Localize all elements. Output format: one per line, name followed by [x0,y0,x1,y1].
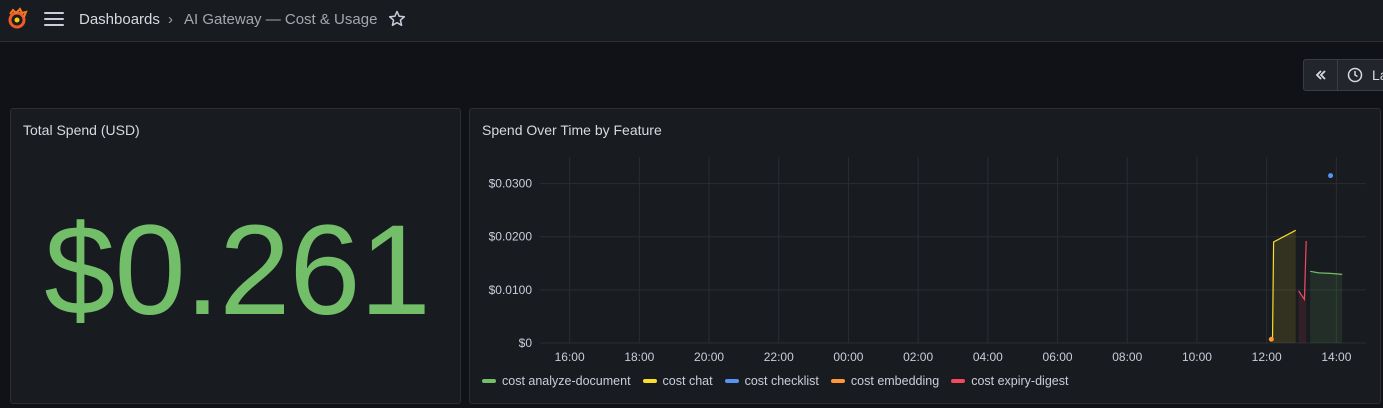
legend-swatch [482,379,496,383]
x-tick-label: 06:00 [1043,350,1073,364]
total-spend-panel: Total Spend (USD) $0.261 [10,108,461,404]
series-area-cost-chat [1272,230,1296,343]
breadcrumb-separator: › [168,11,173,28]
time-range-label[interactable]: La [1372,67,1383,83]
legend-label: cost checklist [744,374,819,388]
y-tick-label: $0.0100 [489,283,533,297]
legend-label: cost expiry-digest [971,374,1069,388]
y-tick-label: $0 [519,336,533,350]
y-tick-label: $0.0200 [489,230,533,244]
double-chevron-left-icon [1315,70,1326,80]
x-tick-label: 04:00 [973,350,1003,364]
legend-item[interactable]: cost expiry-digest [951,374,1068,388]
hamburger-menu-icon[interactable] [44,12,64,26]
top-navbar: Dashboards › AI Gateway — Cost & Usage [0,0,1383,42]
breadcrumb-dashboards[interactable]: Dashboards [79,11,160,28]
legend-label: cost chat [662,374,713,388]
time-picker: La [1303,59,1383,91]
x-tick-label: 18:00 [624,350,654,364]
x-tick-label: 22:00 [764,350,794,364]
y-tick-label: $0.0300 [489,177,533,191]
legend-swatch [642,379,657,383]
zoom-out-button[interactable] [1304,60,1338,90]
x-tick-label: 12:00 [1252,350,1282,364]
x-tick-label: 08:00 [1112,350,1142,364]
x-tick-label: 10:00 [1182,350,1212,364]
legend-swatch [724,379,739,383]
legend-item[interactable]: cost checklist [724,374,819,388]
spend-chart[interactable]: $0 $0.0100 $0.0200 $0.0300 16:00 18:00 20:00 22… [470,109,1382,369]
legend-item[interactable]: cost embedding [830,374,940,388]
x-tick-label: 02:00 [903,350,933,364]
series-area-cost-analyze-document [1310,271,1343,343]
legend-item[interactable]: cost chat [642,374,713,388]
legend-swatch [951,379,966,383]
legend-label: cost embedding [850,374,940,388]
spend-over-time-panel: Spend Over Time by Feature $0 $0.0100 $0.0… [469,108,1381,404]
x-tick-label: 16:00 [555,350,585,364]
series-point-cost-checklist [1328,173,1334,179]
star-icon[interactable] [387,9,407,29]
legend-swatch [830,379,845,383]
total-spend-value: $0.261 [44,199,431,342]
grafana-logo-icon[interactable] [6,7,28,31]
breadcrumb-current-dashboard: AI Gateway — Cost & Usage [184,11,378,28]
x-tick-label: 14:00 [1321,350,1351,364]
clock-icon[interactable] [1347,67,1363,83]
panel-title: Total Spend (USD) [23,122,140,138]
series-point-cost-embedding [1268,336,1274,342]
legend-label: cost analyze-document [502,374,631,388]
x-tick-label: 20:00 [694,350,724,364]
series-line-cost-expiry-digest [1298,240,1307,302]
legend-item[interactable]: cost analyze-document [482,374,631,388]
x-tick-label: 00:00 [833,350,863,364]
chart-legend: cost analyze-document cost chat cost check… [482,374,1068,388]
